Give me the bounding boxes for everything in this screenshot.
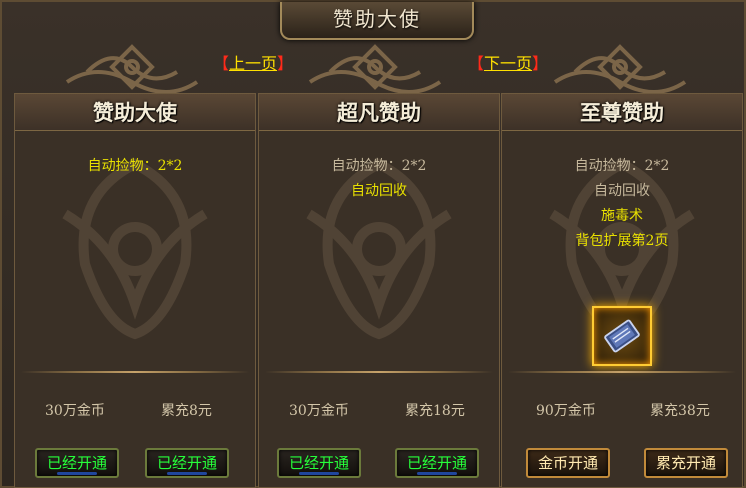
emblem-watermark-icon <box>62 158 208 340</box>
next-page-pager: 【下一页】 <box>468 50 548 74</box>
recharge-price: 累充38元 <box>650 403 710 419</box>
button-label: 已经开通 <box>288 454 349 472</box>
recharge-activate-button[interactable]: 累充开通 <box>644 448 728 478</box>
button-glow <box>57 472 97 475</box>
bracket-right: 】 <box>532 54 549 73</box>
button-label: 已经开通 <box>156 454 217 472</box>
sponsor-panel-supreme: 至尊赞助 自动捡物：2*2 自动回收 施毒术 背包扩展第2页 90万金币 累充3… <box>501 93 743 488</box>
feature-item: 自动捡物：2*2 <box>87 158 183 174</box>
feature-item: 自动回收 <box>351 183 407 199</box>
reward-item-slot[interactable] <box>592 306 652 366</box>
gold-activate-button[interactable]: 已经开通 <box>35 448 119 478</box>
next-page-link[interactable]: 下一页 <box>484 54 532 73</box>
button-glow <box>299 472 339 475</box>
feature-list: 自动捡物：2*2 <box>15 154 255 179</box>
window-frame: 赞助大使 【上一页】 【下一页】 赞助大使 自动捡物：2*2 30万金币 累充8… <box>0 0 746 488</box>
knot-ornament-icon <box>553 44 687 94</box>
feature-item: 自动捡物：2*2 <box>574 158 670 174</box>
recharge-activate-button[interactable]: 已经开通 <box>395 448 479 478</box>
bracket-left: 【 <box>468 54 485 73</box>
title-bar: 赞助大使 <box>280 2 474 40</box>
gold-price: 90万金币 <box>536 403 596 419</box>
bracket-right: 】 <box>277 54 294 73</box>
button-label: 已经开通 <box>406 454 467 472</box>
button-glow <box>417 472 457 475</box>
gold-activate-button[interactable]: 已经开通 <box>277 448 361 478</box>
panel-title: 至尊赞助 <box>580 100 664 125</box>
feature-item: 自动捡物：2*2 <box>331 158 427 174</box>
divider <box>265 371 493 373</box>
button-glow <box>167 472 207 475</box>
knot-ornament-icon <box>308 44 442 94</box>
prev-page-link[interactable]: 上一页 <box>229 54 277 73</box>
panel-header: 超凡赞助 <box>259 94 499 131</box>
panel-header: 至尊赞助 <box>502 94 742 131</box>
button-label: 累充开通 <box>655 454 716 472</box>
sponsor-panel-extraordinary: 超凡赞助 自动捡物：2*2 自动回收 30万金币 累充18元 已经开通 已经开通 <box>258 93 500 488</box>
recharge-activate-button[interactable]: 已经开通 <box>145 448 229 478</box>
prev-page-pager: 【上一页】 <box>213 50 293 74</box>
divider <box>21 371 249 373</box>
feature-item: 自动回收 <box>594 183 650 199</box>
window-title: 赞助大使 <box>333 7 421 31</box>
panel-header: 赞助大使 <box>15 94 255 131</box>
button-label: 金币开通 <box>537 454 598 472</box>
recharge-price: 累充18元 <box>405 403 465 419</box>
panel-title: 赞助大使 <box>93 100 177 125</box>
gold-price: 30万金币 <box>45 403 105 419</box>
recharge-price: 累充8元 <box>161 403 212 419</box>
feature-list: 自动捡物：2*2 自动回收 <box>259 154 499 204</box>
skill-book-icon <box>604 319 640 353</box>
button-label: 已经开通 <box>46 454 107 472</box>
panel-title: 超凡赞助 <box>337 100 421 125</box>
feature-item: 施毒术 <box>601 208 643 224</box>
sponsor-panel-ambassador: 赞助大使 自动捡物：2*2 30万金币 累充8元 已经开通 已经开通 <box>14 93 256 488</box>
divider <box>508 371 736 373</box>
knot-ornament-icon <box>65 44 199 94</box>
feature-item: 背包扩展第2页 <box>575 233 669 249</box>
gold-activate-button[interactable]: 金币开通 <box>526 448 610 478</box>
feature-list: 自动捡物：2*2 自动回收 施毒术 背包扩展第2页 <box>502 154 742 254</box>
gold-price: 30万金币 <box>289 403 349 419</box>
bracket-left: 【 <box>213 54 230 73</box>
